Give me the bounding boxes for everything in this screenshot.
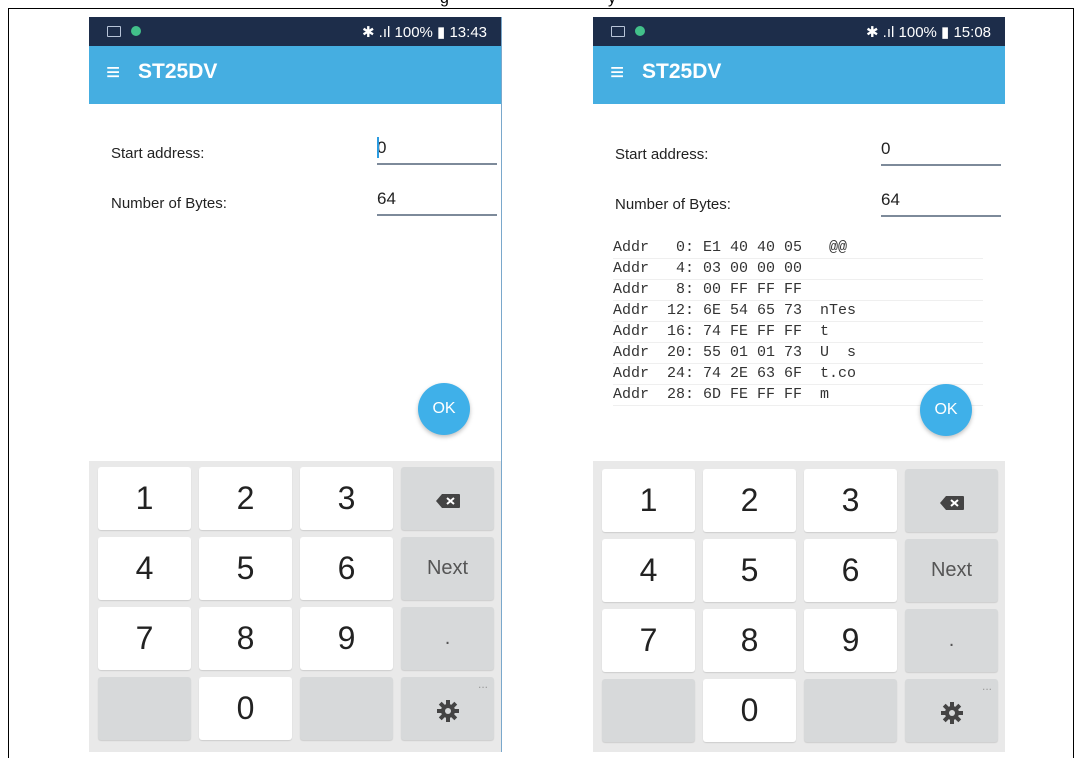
menu-icon[interactable]: ≡: [610, 61, 624, 85]
number-of-bytes-value: 64: [377, 189, 396, 208]
message-icon: [611, 26, 625, 37]
blank-key: [300, 677, 393, 740]
memory-dump-row: Addr 4: 03 00 00 00: [613, 259, 983, 280]
key-8[interactable]: 8: [199, 607, 292, 670]
number-of-bytes-value: 64: [881, 190, 900, 209]
app-title: ST25DV: [642, 60, 722, 83]
key-0[interactable]: 0: [703, 679, 796, 742]
gear-icon: [940, 701, 963, 724]
key-5[interactable]: 5: [703, 539, 796, 602]
status-bar: ✱ .ıl 100% ▮ 15:08: [593, 17, 1005, 46]
key-3[interactable]: 3: [300, 467, 393, 530]
app-bar: ≡ ST25DV: [89, 46, 501, 104]
more-indicator: ...: [477, 677, 488, 691]
memory-dump-row: Addr 24: 74 2E 63 6F t.co: [613, 364, 983, 385]
phone-screen-right: ✱ .ıl 100% ▮ 15:08 ≡ ST25DV Start addres…: [593, 17, 1005, 752]
backspace-icon: [939, 495, 965, 511]
blank-key: [98, 677, 191, 740]
memory-dump-row: Addr 20: 55 01 01 73 U s: [613, 343, 983, 364]
key-5[interactable]: 5: [199, 537, 292, 600]
key-9[interactable]: 9: [804, 609, 897, 672]
start-address-input[interactable]: 0: [881, 134, 1001, 166]
number-of-bytes-input[interactable]: 64: [881, 185, 1001, 217]
more-indicator: ...: [981, 679, 992, 693]
number-of-bytes-label: Number of Bytes:: [111, 195, 227, 212]
numeric-keyboard: 1 2 3 4 5 6 Next 7 8 9 . 0 ...: [593, 461, 1005, 752]
memory-dump-row: Addr 12: 6E 54 65 73 nTes: [613, 301, 983, 322]
memory-dump-row: Addr 8: 00 FF FF FF: [613, 280, 983, 301]
start-address-label: Start address:: [111, 145, 205, 162]
key-1[interactable]: 1: [602, 469, 695, 532]
key-9[interactable]: 9: [300, 607, 393, 670]
key-1[interactable]: 1: [98, 467, 191, 530]
memory-dump-row: Addr 0: E1 40 40 05 @@: [613, 238, 983, 259]
backspace-icon: [435, 493, 461, 509]
settings-key[interactable]: ...: [905, 679, 998, 742]
key-4[interactable]: 4: [602, 539, 695, 602]
status-bar: ✱ .ıl 100% ▮ 13:43: [89, 17, 501, 46]
key-0[interactable]: 0: [199, 677, 292, 740]
notification-dot-icon: [131, 26, 141, 36]
next-key[interactable]: Next: [905, 539, 998, 602]
app-title: ST25DV: [138, 60, 218, 83]
phone-screen-left: ✱ .ıl 100% ▮ 13:43 ≡ ST25DV Start addres…: [89, 17, 502, 752]
figure-frame-top: [8, 8, 1074, 9]
settings-key[interactable]: ...: [401, 677, 494, 740]
number-of-bytes-input[interactable]: 64: [377, 184, 497, 216]
next-key[interactable]: Next: [401, 537, 494, 600]
ok-button[interactable]: OK: [418, 383, 470, 435]
start-address-input[interactable]: 0: [377, 133, 497, 165]
backspace-key[interactable]: [401, 467, 494, 530]
key-2[interactable]: 2: [703, 469, 796, 532]
key-4[interactable]: 4: [98, 537, 191, 600]
key-2[interactable]: 2: [199, 467, 292, 530]
notification-dot-icon: [635, 26, 645, 36]
memory-dump-row: Addr 16: 74 FE FF FF t: [613, 322, 983, 343]
ok-button[interactable]: OK: [920, 384, 972, 436]
status-indicators: ✱ .ıl 100% ▮ 13:43: [361, 24, 487, 41]
figure-frame-left: [8, 8, 9, 758]
start-address-label: Start address:: [615, 146, 709, 163]
text-cursor: [377, 137, 379, 158]
menu-icon[interactable]: ≡: [106, 61, 120, 85]
figure-frame-right: [1073, 8, 1074, 758]
caption-fragment: g: [440, 0, 460, 8]
number-of-bytes-label: Number of Bytes:: [615, 196, 731, 213]
key-8[interactable]: 8: [703, 609, 796, 672]
start-address-value: 0: [881, 139, 891, 158]
numeric-keyboard: 1 2 3 4 5 6 Next 7 8 9 . 0 ...: [89, 461, 501, 752]
key-3[interactable]: 3: [804, 469, 897, 532]
form-area: Start address: 0 Number of Bytes: 64 Add…: [593, 104, 1005, 461]
app-bar: ≡ ST25DV: [593, 46, 1005, 104]
blank-key: [804, 679, 897, 742]
form-area: Start address: 0 Number of Bytes: 64 OK: [89, 104, 501, 461]
caption-fragment: y: [608, 0, 628, 8]
key-6[interactable]: 6: [300, 537, 393, 600]
blank-key: [602, 679, 695, 742]
key-6[interactable]: 6: [804, 539, 897, 602]
message-icon: [107, 26, 121, 37]
key-7[interactable]: 7: [602, 609, 695, 672]
key-7[interactable]: 7: [98, 607, 191, 670]
gear-icon: [436, 699, 459, 722]
backspace-key[interactable]: [905, 469, 998, 532]
status-indicators: ✱ .ıl 100% ▮ 15:08: [865, 24, 991, 41]
